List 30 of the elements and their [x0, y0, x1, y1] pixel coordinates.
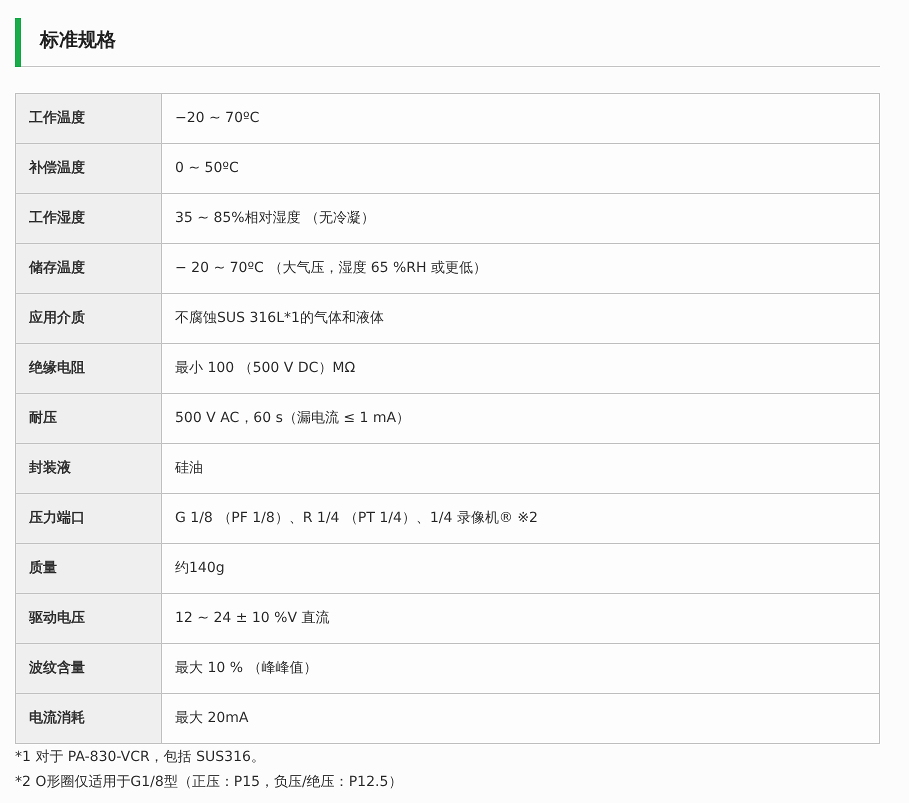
table-header-cell: 储存温度 — [16, 244, 162, 294]
table-cell: 35 ~ 85%相对湿度 （无冷凝） — [162, 194, 880, 244]
table-cell: 最小 100 （500 V DC）MΩ — [162, 344, 880, 394]
table-cell: − 20 ~ 70ºC （大气压，湿度 65 %RH 或更低） — [162, 244, 880, 294]
table-cell: 12 ~ 24 ± 10 %V 直流 — [162, 594, 880, 644]
table-cell: 500 V AC，60 s（漏电流 ≤ 1 mA） — [162, 394, 880, 444]
table-header-cell: 封装液 — [16, 444, 162, 494]
section-heading: 标准规格 — [40, 28, 116, 53]
table-header-cell: 绝缘电阻 — [16, 344, 162, 394]
table-header-cell: 驱动电压 — [16, 594, 162, 644]
table-header-cell: 工作湿度 — [16, 194, 162, 244]
table-header-cell: 耐压 — [16, 394, 162, 444]
table-cell: G 1/8 （PF 1/8）、R 1/4 （PT 1/4）、1/4 录像机® ※2 — [162, 494, 880, 544]
table-header-cell: 补偿温度 — [16, 144, 162, 194]
table-header-cell: 电流消耗 — [16, 694, 162, 744]
heading-accent-bar — [15, 18, 21, 66]
footnote: *2 O形圈仅适用于G1/8型（正压：P15，负压/绝压：P12.5） — [15, 773, 404, 792]
table-header-cell: 应用介质 — [16, 294, 162, 344]
table-cell: 0 ~ 50ºC — [162, 144, 880, 194]
table-cell: 最大 20mA — [162, 694, 880, 744]
table-cell: 不腐蚀SUS 316L*1的气体和液体 — [162, 294, 880, 344]
table-header-cell: 工作温度 — [16, 94, 162, 144]
table-cell: 最大 10 % （峰峰值） — [162, 644, 880, 694]
footnote: *1 对于 PA-830-VCR，包括 SUS316。 — [15, 748, 266, 767]
table-header-cell: 压力端口 — [16, 494, 162, 544]
table-cell: −20 ~ 70ºC — [162, 94, 880, 144]
table-header-cell: 质量 — [16, 544, 162, 594]
table-header-cell: 波纹含量 — [16, 644, 162, 694]
table-cell: 硅油 — [162, 444, 880, 494]
table-cell: 约140g — [162, 544, 880, 594]
